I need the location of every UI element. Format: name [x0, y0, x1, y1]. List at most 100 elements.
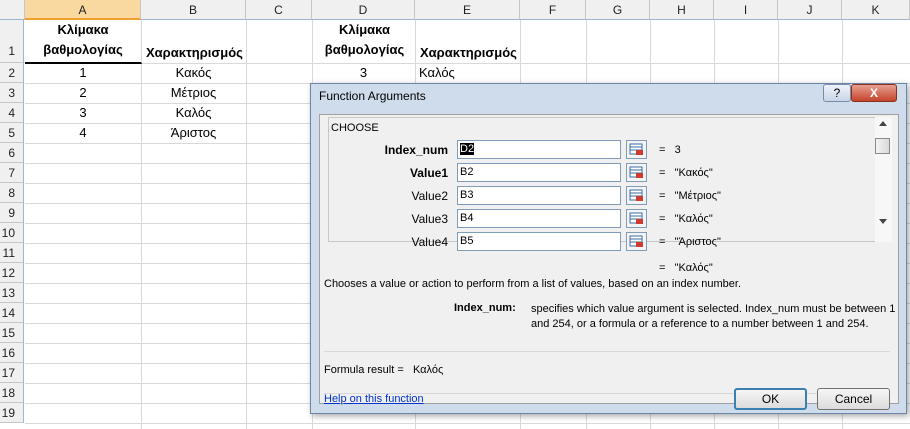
column-header-j[interactable]: J [778, 0, 842, 20]
arg-label-value1: Value1 [409, 166, 448, 180]
row-header-6[interactable]: 6 [0, 143, 24, 163]
arg-input-value1[interactable]: B2 [457, 163, 621, 182]
row-header-18[interactable]: 18 [0, 383, 24, 403]
cell-a5[interactable]: 4 [25, 123, 141, 143]
column-header-e[interactable]: E [415, 0, 520, 20]
arg-label-value4: Value4 [411, 235, 448, 249]
row-header-16[interactable]: 16 [0, 343, 24, 363]
cell-b3[interactable]: Μέτριος [141, 83, 246, 103]
equals-sign: = [659, 213, 666, 225]
row-header-1[interactable]: 1 [0, 20, 24, 63]
arg-help-text: specifies which value argument is select… [531, 302, 895, 332]
cell-a2[interactable]: 1 [25, 63, 141, 83]
arg-value-value1-text: "Κακός" [674, 167, 713, 179]
column-header-k[interactable]: K [842, 0, 910, 20]
row-header-19[interactable]: 19 [0, 403, 24, 423]
function-name: CHOOSE [331, 122, 379, 134]
arg-value-value2: = "Μέτριος" [659, 190, 721, 202]
cell-e1[interactable]: Χαρακτηρισμός [416, 43, 521, 63]
equals-sign: = [659, 144, 666, 156]
help-on-function-link[interactable]: Help on this function [324, 393, 424, 405]
arg-value-value2-text: "Μέτριος" [674, 190, 721, 202]
function-result-preview: = "Καλός" [659, 262, 713, 274]
function-description: Chooses a value or action to perform fro… [324, 278, 742, 290]
column-header-g[interactable]: G [586, 0, 650, 20]
column-header-d[interactable]: D [312, 0, 415, 20]
formula-result-label: Formula result = [324, 364, 404, 376]
collapse-dialog-icon[interactable] [626, 163, 647, 182]
row-header-3[interactable]: 3 [0, 83, 24, 103]
cell-d1[interactable]: Κλίμακα βαθμολογίας [313, 20, 416, 64]
equals-sign: = [659, 262, 666, 274]
column-header-h[interactable]: H [650, 0, 714, 20]
cancel-button[interactable]: Cancel [817, 388, 890, 410]
select-all-corner[interactable] [0, 0, 25, 20]
row-header-2[interactable]: 2 [0, 63, 24, 83]
collapse-dialog-icon[interactable] [626, 232, 647, 251]
cell-b4[interactable]: Καλός [141, 103, 246, 123]
arg-label-index-num: Index_num [384, 143, 448, 157]
arg-value-value3-text: "Καλός" [674, 213, 713, 225]
row-header-14[interactable]: 14 [0, 303, 24, 323]
arg-input-value2[interactable]: B3 [457, 186, 621, 205]
arguments-scrollbar[interactable] [875, 117, 892, 242]
column-header-f[interactable]: F [520, 0, 586, 20]
arg-value-index-num-text: 3 [674, 144, 681, 156]
cell-b2[interactable]: Κακός [141, 63, 246, 83]
divider [324, 351, 890, 352]
dialog-content: CHOOSE Index_num D2 = 3 Value1 B2 = "Κακ… [319, 114, 899, 404]
arg-value-value4: = "Άριστος" [659, 236, 721, 248]
arg-value-value3: = "Καλός" [659, 213, 713, 225]
dialog-title: Function Arguments [319, 89, 426, 103]
row-header-10[interactable]: 10 [0, 223, 24, 243]
row-header-17[interactable]: 17 [0, 363, 24, 383]
scroll-up-icon[interactable] [879, 121, 887, 126]
cell-d1-line1: Κλίμακα [339, 22, 390, 37]
cell-d1-line2: βαθμολογίας [324, 42, 405, 57]
arg-help-line2: and 254, or a formula or a reference to … [531, 318, 869, 330]
arg-input-value4[interactable]: B5 [457, 232, 621, 251]
collapse-dialog-icon[interactable] [626, 186, 647, 205]
arg-input-index-num[interactable]: D2 [457, 140, 621, 159]
formula-result: Formula result = Καλός [324, 364, 443, 376]
cell-e2[interactable]: Καλός [415, 63, 520, 83]
cell-a1[interactable]: Κλίμακα βαθμολογίας [25, 20, 142, 64]
cell-a1-line2: βαθμολογίας [43, 42, 123, 57]
row-header-15[interactable]: 15 [0, 323, 24, 343]
arg-label-value2: Value2 [411, 189, 448, 203]
function-arguments-dialog: Function Arguments ? X CHOOSE Index_num … [310, 83, 907, 414]
cell-a3[interactable]: 2 [25, 83, 141, 103]
ok-button[interactable]: OK [734, 388, 807, 410]
row-header-8[interactable]: 8 [0, 183, 24, 203]
column-header-c[interactable]: C [246, 0, 312, 20]
cell-d2[interactable]: 3 [312, 63, 415, 83]
row-header-9[interactable]: 9 [0, 203, 24, 223]
help-title-button[interactable]: ? [823, 84, 851, 102]
arg-value-value1: = "Κακός" [659, 167, 713, 179]
cell-b1[interactable]: Χαρακτηρισμός [142, 43, 247, 63]
row-header-11[interactable]: 11 [0, 243, 24, 263]
arg-value-value4-text: "Άριστος" [674, 236, 721, 248]
collapse-dialog-icon[interactable] [626, 209, 647, 228]
row-header-4[interactable]: 4 [0, 103, 24, 123]
row-header-5[interactable]: 5 [0, 123, 24, 143]
arg-input-value3[interactable]: B4 [457, 209, 621, 228]
cell-a1-line1: Κλίμακα [57, 22, 109, 37]
column-header-i[interactable]: I [714, 0, 778, 20]
equals-sign: = [659, 190, 666, 202]
scroll-thumb[interactable] [875, 138, 890, 154]
column-header-a[interactable]: A [25, 0, 141, 20]
close-button[interactable]: X [851, 84, 897, 102]
cell-a4[interactable]: 3 [25, 103, 141, 123]
arg-value-index-num: = 3 [659, 144, 681, 156]
column-header-b[interactable]: B [141, 0, 246, 20]
row-header-12[interactable]: 12 [0, 263, 24, 283]
cell-b5[interactable]: Άριστος [141, 123, 246, 143]
row-header-7[interactable]: 7 [0, 163, 24, 183]
equals-sign: = [659, 236, 666, 248]
function-result-preview-text: "Καλός" [674, 262, 713, 274]
arg-input-index-num-text: D2 [460, 143, 475, 155]
scroll-down-icon[interactable] [879, 219, 887, 224]
row-header-13[interactable]: 13 [0, 283, 24, 303]
collapse-dialog-icon[interactable] [626, 140, 647, 159]
